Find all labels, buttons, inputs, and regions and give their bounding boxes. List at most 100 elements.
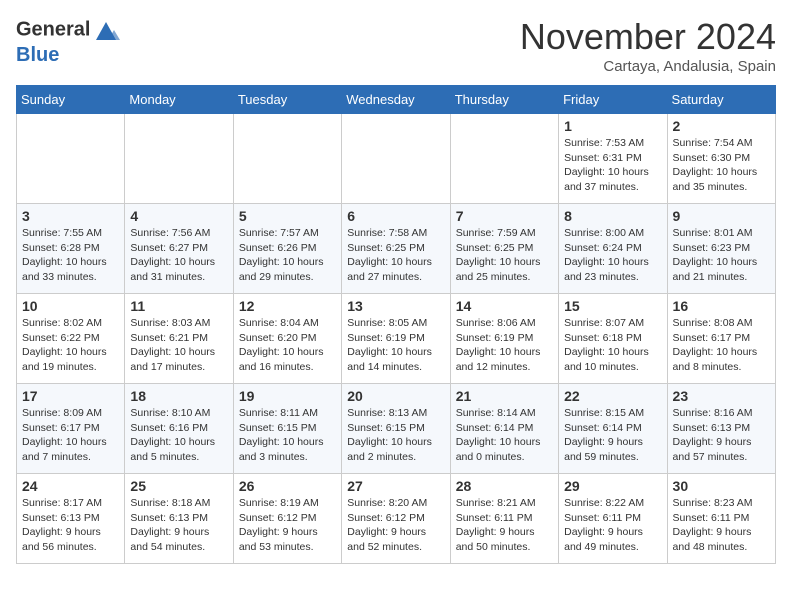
day-info: Sunrise: 8:13 AM Sunset: 6:15 PM Dayligh… bbox=[347, 406, 444, 465]
weekday-header-cell: Sunday bbox=[17, 86, 125, 114]
day-number: 4 bbox=[130, 208, 227, 224]
logo: General Blue bbox=[16, 16, 120, 66]
weekday-header-cell: Friday bbox=[559, 86, 667, 114]
day-number: 11 bbox=[130, 298, 227, 314]
calendar-day-cell: 16 Sunrise: 8:08 AM Sunset: 6:17 PM Dayli… bbox=[667, 294, 775, 384]
calendar-week-row: 1 Sunrise: 7:53 AM Sunset: 6:31 PM Daylig… bbox=[17, 114, 776, 204]
calendar-day-cell: 12Sunrise: 8:04 AM Sunset: 6:20 PM Dayli… bbox=[233, 294, 341, 384]
calendar-day-cell: 15 Sunrise: 8:07 AM Sunset: 6:18 PM Dayli… bbox=[559, 294, 667, 384]
day-number: 22 bbox=[564, 388, 661, 404]
day-info: Sunrise: 8:10 AM Sunset: 6:16 PM Dayligh… bbox=[130, 406, 227, 465]
day-number: 9 bbox=[673, 208, 770, 224]
day-number: 28 bbox=[456, 478, 553, 494]
calendar-week-row: 24 Sunrise: 8:17 AM Sunset: 6:13 PM Dayli… bbox=[17, 474, 776, 564]
day-info: Sunrise: 8:18 AM Sunset: 6:13 PM Dayligh… bbox=[130, 496, 227, 555]
weekday-header-row: SundayMondayTuesdayWednesdayThursdayFrid… bbox=[17, 86, 776, 114]
day-number: 13 bbox=[347, 298, 444, 314]
day-info: Sunrise: 7:56 AM Sunset: 6:27 PM Dayligh… bbox=[130, 226, 227, 285]
day-number: 6 bbox=[347, 208, 444, 224]
weekday-header-cell: Wednesday bbox=[342, 86, 450, 114]
calendar-day-cell: 11 Sunrise: 8:03 AM Sunset: 6:21 PM Dayli… bbox=[125, 294, 233, 384]
day-info: Sunrise: 7:54 AM Sunset: 6:30 PM Dayligh… bbox=[673, 136, 770, 195]
logo-icon bbox=[92, 16, 120, 44]
day-number: 15 bbox=[564, 298, 661, 314]
day-number: 30 bbox=[673, 478, 770, 494]
month-title: November 2024 bbox=[520, 16, 776, 58]
calendar-day-cell: 1 Sunrise: 7:53 AM Sunset: 6:31 PM Daylig… bbox=[559, 114, 667, 204]
calendar-day-cell: 27Sunrise: 8:20 AM Sunset: 6:12 PM Dayli… bbox=[342, 474, 450, 564]
calendar-day-cell: 24 Sunrise: 8:17 AM Sunset: 6:13 PM Dayli… bbox=[17, 474, 125, 564]
calendar-day-cell: 22Sunrise: 8:15 AM Sunset: 6:14 PM Dayli… bbox=[559, 384, 667, 474]
weekday-header-cell: Saturday bbox=[667, 86, 775, 114]
day-info: Sunrise: 7:59 AM Sunset: 6:25 PM Dayligh… bbox=[456, 226, 553, 285]
day-info: Sunrise: 8:01 AM Sunset: 6:23 PM Dayligh… bbox=[673, 226, 770, 285]
day-info: Sunrise: 8:07 AM Sunset: 6:18 PM Dayligh… bbox=[564, 316, 661, 375]
page-header: General Blue November 2024 Cartaya, Anda… bbox=[16, 16, 776, 75]
calendar-week-row: 3 Sunrise: 7:55 AM Sunset: 6:28 PM Daylig… bbox=[17, 204, 776, 294]
day-number: 21 bbox=[456, 388, 553, 404]
logo-text: General Blue bbox=[16, 16, 120, 66]
day-info: Sunrise: 7:53 AM Sunset: 6:31 PM Dayligh… bbox=[564, 136, 661, 195]
day-info: Sunrise: 8:22 AM Sunset: 6:11 PM Dayligh… bbox=[564, 496, 661, 555]
day-number: 3 bbox=[22, 208, 119, 224]
weekday-header-cell: Monday bbox=[125, 86, 233, 114]
day-info: Sunrise: 8:17 AM Sunset: 6:13 PM Dayligh… bbox=[22, 496, 119, 555]
calendar-day-cell: 5 Sunrise: 7:57 AM Sunset: 6:26 PM Daylig… bbox=[233, 204, 341, 294]
day-info: Sunrise: 8:04 AM Sunset: 6:20 PM Dayligh… bbox=[239, 316, 336, 375]
calendar-day-cell: 17 Sunrise: 8:09 AM Sunset: 6:17 PM Dayli… bbox=[17, 384, 125, 474]
day-number: 8 bbox=[564, 208, 661, 224]
calendar-table: SundayMondayTuesdayWednesdayThursdayFrid… bbox=[16, 85, 776, 564]
day-info: Sunrise: 8:08 AM Sunset: 6:17 PM Dayligh… bbox=[673, 316, 770, 375]
day-number: 27 bbox=[347, 478, 444, 494]
weekday-header-cell: Tuesday bbox=[233, 86, 341, 114]
day-number: 18 bbox=[130, 388, 227, 404]
day-number: 5 bbox=[239, 208, 336, 224]
day-info: Sunrise: 8:21 AM Sunset: 6:11 PM Dayligh… bbox=[456, 496, 553, 555]
calendar-day-cell: 8Sunrise: 8:00 AM Sunset: 6:24 PM Daylig… bbox=[559, 204, 667, 294]
day-number: 2 bbox=[673, 118, 770, 134]
calendar-day-cell: 3 Sunrise: 7:55 AM Sunset: 6:28 PM Daylig… bbox=[17, 204, 125, 294]
day-number: 24 bbox=[22, 478, 119, 494]
calendar-day-cell bbox=[450, 114, 558, 204]
calendar-day-cell: 28 Sunrise: 8:21 AM Sunset: 6:11 PM Dayli… bbox=[450, 474, 558, 564]
calendar-day-cell: 20 Sunrise: 8:13 AM Sunset: 6:15 PM Dayli… bbox=[342, 384, 450, 474]
calendar-day-cell bbox=[125, 114, 233, 204]
calendar-day-cell: 19 Sunrise: 8:11 AM Sunset: 6:15 PM Dayli… bbox=[233, 384, 341, 474]
day-info: Sunrise: 7:55 AM Sunset: 6:28 PM Dayligh… bbox=[22, 226, 119, 285]
day-info: Sunrise: 8:16 AM Sunset: 6:13 PM Dayligh… bbox=[673, 406, 770, 465]
title-block: November 2024 Cartaya, Andalusia, Spain bbox=[520, 16, 776, 75]
day-number: 25 bbox=[130, 478, 227, 494]
day-info: Sunrise: 8:11 AM Sunset: 6:15 PM Dayligh… bbox=[239, 406, 336, 465]
calendar-week-row: 17 Sunrise: 8:09 AM Sunset: 6:17 PM Dayli… bbox=[17, 384, 776, 474]
calendar-week-row: 10Sunrise: 8:02 AM Sunset: 6:22 PM Dayli… bbox=[17, 294, 776, 384]
calendar-day-cell: 18 Sunrise: 8:10 AM Sunset: 6:16 PM Dayli… bbox=[125, 384, 233, 474]
day-number: 14 bbox=[456, 298, 553, 314]
day-info: Sunrise: 7:57 AM Sunset: 6:26 PM Dayligh… bbox=[239, 226, 336, 285]
day-number: 29 bbox=[564, 478, 661, 494]
day-number: 1 bbox=[564, 118, 661, 134]
calendar-day-cell: 4 Sunrise: 7:56 AM Sunset: 6:27 PM Daylig… bbox=[125, 204, 233, 294]
day-number: 19 bbox=[239, 388, 336, 404]
day-info: Sunrise: 7:58 AM Sunset: 6:25 PM Dayligh… bbox=[347, 226, 444, 285]
calendar-day-cell: 26Sunrise: 8:19 AM Sunset: 6:12 PM Dayli… bbox=[233, 474, 341, 564]
day-info: Sunrise: 8:03 AM Sunset: 6:21 PM Dayligh… bbox=[130, 316, 227, 375]
day-info: Sunrise: 8:06 AM Sunset: 6:19 PM Dayligh… bbox=[456, 316, 553, 375]
day-info: Sunrise: 8:23 AM Sunset: 6:11 PM Dayligh… bbox=[673, 496, 770, 555]
day-info: Sunrise: 8:14 AM Sunset: 6:14 PM Dayligh… bbox=[456, 406, 553, 465]
calendar-day-cell: 23 Sunrise: 8:16 AM Sunset: 6:13 PM Dayli… bbox=[667, 384, 775, 474]
calendar-body: 1 Sunrise: 7:53 AM Sunset: 6:31 PM Daylig… bbox=[17, 114, 776, 564]
day-info: Sunrise: 8:09 AM Sunset: 6:17 PM Dayligh… bbox=[22, 406, 119, 465]
calendar-day-cell: 6 Sunrise: 7:58 AM Sunset: 6:25 PM Daylig… bbox=[342, 204, 450, 294]
calendar-day-cell: 29 Sunrise: 8:22 AM Sunset: 6:11 PM Dayli… bbox=[559, 474, 667, 564]
day-info: Sunrise: 8:19 AM Sunset: 6:12 PM Dayligh… bbox=[239, 496, 336, 555]
day-number: 17 bbox=[22, 388, 119, 404]
day-number: 20 bbox=[347, 388, 444, 404]
location-subtitle: Cartaya, Andalusia, Spain bbox=[520, 58, 776, 75]
day-info: Sunrise: 8:02 AM Sunset: 6:22 PM Dayligh… bbox=[22, 316, 119, 375]
calendar-day-cell: 10Sunrise: 8:02 AM Sunset: 6:22 PM Dayli… bbox=[17, 294, 125, 384]
day-info: Sunrise: 8:05 AM Sunset: 6:19 PM Dayligh… bbox=[347, 316, 444, 375]
calendar-day-cell: 7Sunrise: 7:59 AM Sunset: 6:25 PM Daylig… bbox=[450, 204, 558, 294]
calendar-day-cell bbox=[17, 114, 125, 204]
day-number: 16 bbox=[673, 298, 770, 314]
day-number: 23 bbox=[673, 388, 770, 404]
